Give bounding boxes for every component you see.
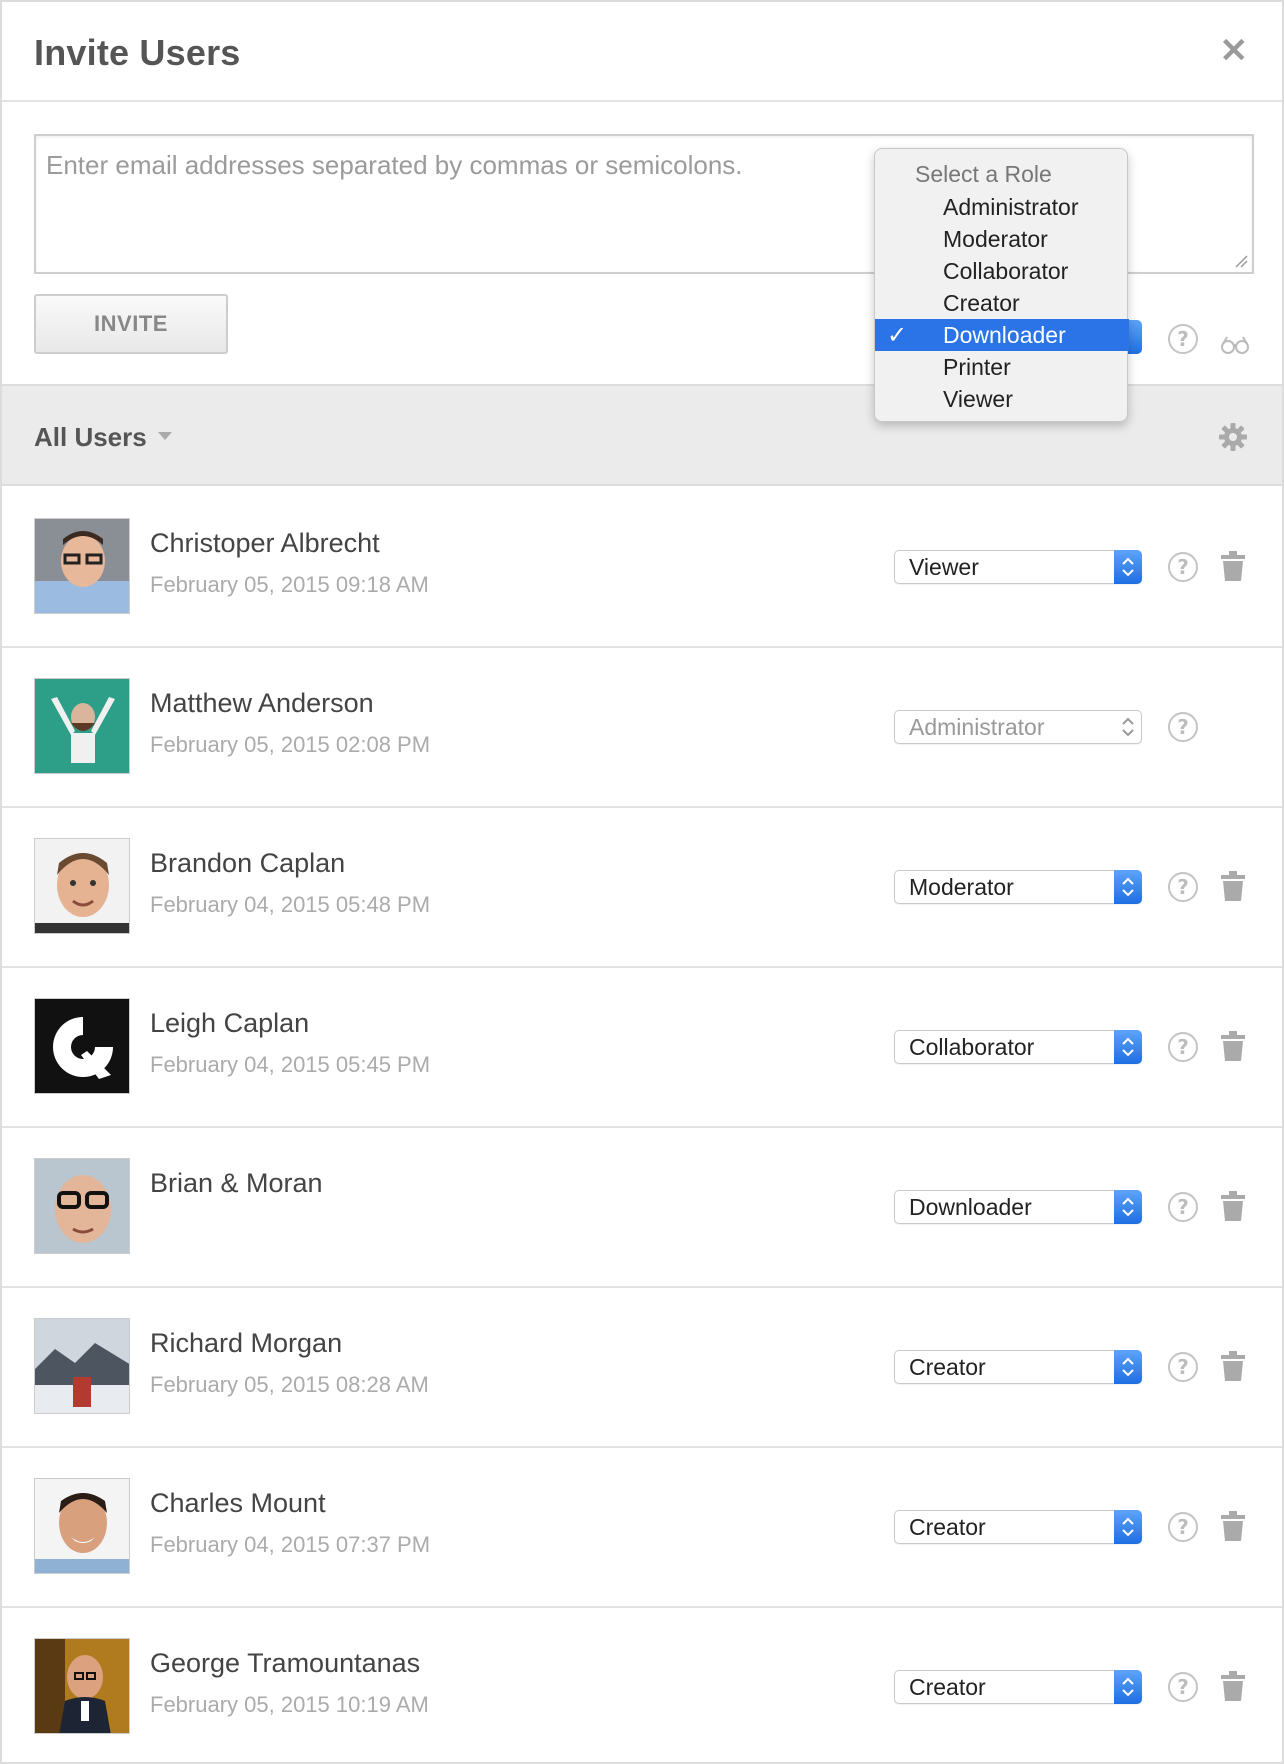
trash-icon[interactable] [1220,1350,1246,1382]
trash-icon[interactable] [1220,1030,1246,1062]
role-select[interactable]: Creator [894,1670,1142,1704]
avatar [34,1478,130,1574]
user-name: Matthew Anderson [150,688,374,718]
invite-users-dialog: Invite Users ✕ INVITE ? All Users [0,0,1284,1764]
user-date: February 05, 2015 02:08 PM [150,732,431,757]
avatar [34,1638,130,1734]
avatar [34,1158,130,1254]
user-row: Christoper Albrecht February 05, 2015 09… [2,488,1282,648]
role-select-value: Creator [909,1514,986,1540]
user-date: February 04, 2015 05:48 PM [150,892,431,917]
close-icon[interactable]: ✕ [1220,34,1249,68]
user-name: Brian & Moran [150,1168,323,1198]
help-icon[interactable]: ? [1168,1192,1198,1222]
users-filter-dropdown[interactable]: All Users [34,422,147,453]
role-select-value: Creator [909,1354,986,1380]
avatar [34,678,130,774]
user-row: Brian & Moran Downloader ? [2,1128,1282,1288]
user-date: February 05, 2015 09:18 AM [150,572,429,597]
avatar [34,998,130,1094]
help-icon[interactable]: ? [1168,552,1198,582]
user-date: February 05, 2015 10:19 AM [150,1692,429,1717]
dialog-title: Invite Users [34,32,241,73]
role-select[interactable]: Creator [894,1350,1142,1384]
help-icon[interactable]: ? [1168,324,1198,354]
trash-icon[interactable] [1220,550,1246,582]
user-name: Brandon Caplan [150,848,346,878]
role-option-creator[interactable]: Creator [875,287,1129,319]
role-select[interactable]: Creator [894,1510,1142,1544]
user-name: Charles Mount [150,1488,326,1518]
trash-icon[interactable] [1220,1510,1246,1542]
user-name: Christoper Albrecht [150,528,380,558]
role-option-downloader[interactable]: ✓ Downloader [875,319,1129,351]
stepper-icon [1122,717,1134,737]
user-row: Matthew Anderson February 05, 2015 02:08… [2,648,1282,808]
trash-icon[interactable] [1220,870,1246,902]
role-select[interactable]: Viewer [894,550,1142,584]
stepper-icon [1114,1190,1142,1224]
avatar [34,838,130,934]
user-name: George Tramountanas [150,1648,421,1678]
user-row: Charles Mount February 04, 2015 07:37 PM… [2,1448,1282,1608]
user-row: Brandon Caplan February 04, 2015 05:48 P… [2,808,1282,968]
user-row: Leigh Caplan February 04, 2015 05:45 PM … [2,968,1282,1128]
help-icon[interactable]: ? [1168,712,1198,742]
role-option-label: Downloader [943,322,1066,348]
user-date: February 04, 2015 05:45 PM [150,1052,431,1077]
role-dropdown-menu: Select a Role Administrator Moderator Co… [874,148,1129,422]
stepper-icon [1114,1350,1142,1384]
role-select[interactable]: Collaborator [894,1030,1142,1064]
role-option-moderator[interactable]: Moderator [875,223,1129,255]
help-icon[interactable]: ? [1168,872,1198,902]
stepper-icon [1114,870,1142,904]
user-row: Richard Morgan February 05, 2015 08:28 A… [2,1288,1282,1448]
avatar [34,1318,130,1414]
stepper-icon [1114,1030,1142,1064]
stepper-icon [1114,550,1142,584]
role-option-administrator[interactable]: Administrator [875,191,1129,223]
invite-button[interactable]: INVITE [34,294,228,354]
user-date: February 04, 2015 07:37 PM [150,1532,431,1557]
role-select: Administrator [894,710,1142,744]
trash-icon[interactable] [1220,1670,1246,1702]
user-row: George Tramountanas February 05, 2015 10… [2,1608,1282,1764]
help-icon[interactable]: ? [1168,1352,1198,1382]
trash-icon[interactable] [1220,1190,1246,1222]
role-select-value: Administrator [909,714,1045,740]
role-option-viewer[interactable]: Viewer [875,383,1129,415]
role-select-value: Viewer [909,554,979,580]
role-select[interactable]: Moderator [894,870,1142,904]
chevron-down-icon[interactable] [158,432,172,440]
help-icon[interactable]: ? [1168,1672,1198,1702]
help-icon[interactable]: ? [1168,1032,1198,1062]
user-date: February 05, 2015 08:28 AM [150,1372,429,1397]
stepper-icon [1114,1510,1142,1544]
dialog-header: Invite Users ✕ [2,2,1282,102]
role-select-value: Collaborator [909,1034,1035,1060]
role-menu-header: Select a Role [915,161,1052,187]
avatar [34,518,130,614]
user-name: Richard Morgan [150,1328,343,1358]
checkmark-icon: ✓ [887,321,908,349]
role-select-value: Downloader [909,1194,1032,1220]
user-name: Leigh Caplan [150,1008,310,1038]
role-select[interactable]: Downloader [894,1190,1142,1224]
resize-grip-icon[interactable] [1234,254,1248,268]
help-icon[interactable]: ? [1168,1512,1198,1542]
stepper-icon [1114,1670,1142,1704]
role-option-printer[interactable]: Printer [875,351,1129,383]
role-select-value: Moderator [909,874,1014,900]
role-option-collaborator[interactable]: Collaborator [875,255,1129,287]
role-select-value: Creator [909,1674,986,1700]
glasses-icon[interactable] [1220,334,1250,354]
gear-icon[interactable] [1218,422,1248,452]
